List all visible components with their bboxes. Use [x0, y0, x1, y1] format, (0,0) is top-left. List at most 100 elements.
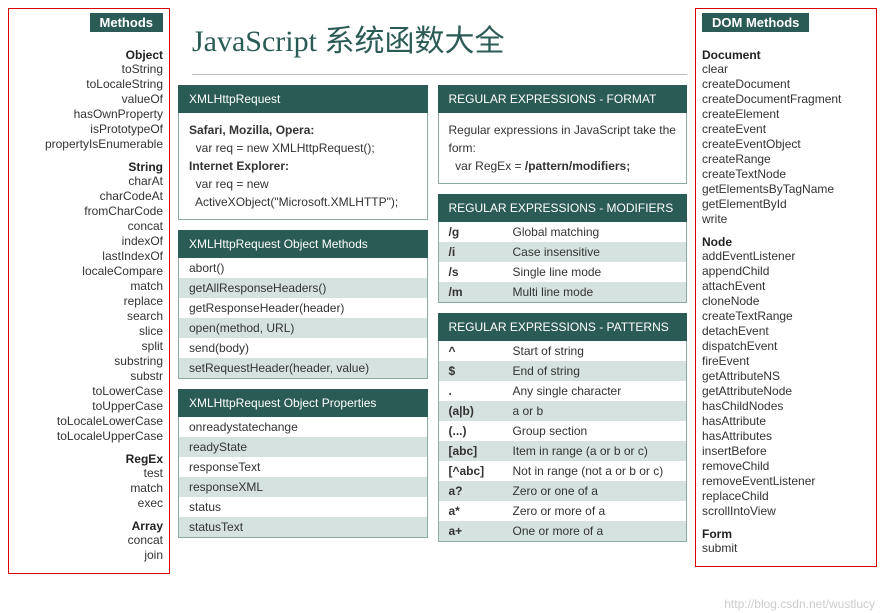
section-item: createEvent — [702, 122, 870, 137]
pattern-key: ^ — [449, 344, 513, 358]
section-item: exec — [15, 496, 163, 511]
section-item: cloneNode — [702, 294, 870, 309]
pattern-value: Single line mode — [513, 265, 677, 279]
pattern-value: End of string — [513, 364, 677, 378]
regex-format-line2: var RegEx = /pattern/modifiers; — [449, 157, 677, 175]
xhr-methods-list: abort()getAllResponseHeaders()getRespons… — [178, 258, 428, 379]
section-item: createTextRange — [702, 309, 870, 324]
section-item: removeEventListener — [702, 474, 870, 489]
section-item: split — [15, 339, 163, 354]
list-item: onreadystatechange — [179, 417, 427, 437]
section-item: replace — [15, 294, 163, 309]
code-line: Internet Explorer: — [189, 157, 417, 175]
section-item: clear — [702, 62, 870, 77]
regex-patterns-header: REGULAR EXPRESSIONS - PATTERNS — [438, 313, 688, 341]
pattern-value: Group section — [513, 424, 677, 438]
section-item: appendChild — [702, 264, 870, 279]
section-title: Object — [15, 48, 163, 62]
table-row: /gGlobal matching — [439, 222, 687, 242]
section-item: lastIndexOf — [15, 249, 163, 264]
section-item: localeCompare — [15, 264, 163, 279]
regex-patterns-table: ^Start of string$End of string.Any singl… — [438, 341, 688, 542]
list-item: abort() — [179, 258, 427, 278]
pattern-key: (a|b) — [449, 404, 513, 418]
section-item: insertBefore — [702, 444, 870, 459]
pattern-value: Zero or more of a — [513, 504, 677, 518]
pattern-key: (...) — [449, 424, 513, 438]
pattern-value: Zero or one of a — [513, 484, 677, 498]
code-line: Safari, Mozilla, Opera: — [189, 121, 417, 139]
list-item: statusText — [179, 517, 427, 537]
section-item: getAttributeNS — [702, 369, 870, 384]
section-item: concat — [15, 533, 163, 548]
section-item: substring — [15, 354, 163, 369]
pattern-key: $ — [449, 364, 513, 378]
section-item: test — [15, 466, 163, 481]
pattern-value: One or more of a — [513, 524, 677, 538]
watermark: http://blog.csdn.net/wustlucy — [724, 597, 875, 611]
sidebar-methods: Methods ObjecttoStringtoLocaleStringvalu… — [8, 8, 170, 574]
xhr-body: Safari, Mozilla, Opera: var req = new XM… — [178, 113, 428, 220]
section-item: hasAttributes — [702, 429, 870, 444]
section-item: dispatchEvent — [702, 339, 870, 354]
list-item: getResponseHeader(header) — [179, 298, 427, 318]
page-layout: Methods ObjecttoStringtoLocaleStringvalu… — [8, 8, 877, 574]
section-item: join — [15, 548, 163, 563]
regex-format-header: REGULAR EXPRESSIONS - FORMAT — [438, 85, 688, 113]
section-title: Node — [702, 235, 870, 249]
section-item: toUpperCase — [15, 399, 163, 414]
table-row: ^Start of string — [439, 341, 687, 361]
section-item: createDocument — [702, 77, 870, 92]
sidebar-dom-header: DOM Methods — [702, 13, 809, 32]
table-row: $End of string — [439, 361, 687, 381]
table-row: a+One or more of a — [439, 521, 687, 541]
section-item: getAttributeNode — [702, 384, 870, 399]
section-item: scrollIntoView — [702, 504, 870, 519]
pattern-key: /m — [449, 285, 513, 299]
section-item: hasChildNodes — [702, 399, 870, 414]
section-item: hasOwnProperty — [15, 107, 163, 122]
pattern-key: /g — [449, 225, 513, 239]
column-regex: REGULAR EXPRESSIONS - FORMAT Regular exp… — [438, 85, 688, 542]
pattern-key: /i — [449, 245, 513, 259]
section-item: hasAttribute — [702, 414, 870, 429]
section-item: charAt — [15, 174, 163, 189]
section-item: toLocaleString — [15, 77, 163, 92]
main-content: JavaScript 系统函数大全 XMLHttpRequest Safari,… — [178, 8, 687, 542]
section-item: fireEvent — [702, 354, 870, 369]
pattern-value: Any single character — [513, 384, 677, 398]
pattern-value: Not in range (not a or b or c) — [513, 464, 677, 478]
page-title: JavaScript 系统函数大全 — [192, 16, 687, 75]
section-title: Document — [702, 48, 870, 62]
section-item: createDocumentFragment — [702, 92, 870, 107]
list-item: status — [179, 497, 427, 517]
section-item: concat — [15, 219, 163, 234]
pattern-key: [abc] — [449, 444, 513, 458]
section-item: toLocaleLowerCase — [15, 414, 163, 429]
section-title: String — [15, 160, 163, 174]
pattern-key: . — [449, 384, 513, 398]
xhr-props-header: XMLHttpRequest Object Properties — [178, 389, 428, 417]
column-xhr: XMLHttpRequest Safari, Mozilla, Opera: v… — [178, 85, 428, 542]
section-title: RegEx — [15, 452, 163, 466]
section-item: valueOf — [15, 92, 163, 107]
regex-modifiers-table: /gGlobal matching/iCase insensitive/sSin… — [438, 222, 688, 303]
code-line: var req = new XMLHttpRequest(); — [189, 139, 417, 157]
sidebar-dom-methods: DOM Methods DocumentclearcreateDocumentc… — [695, 8, 877, 567]
pattern-key: a+ — [449, 524, 513, 538]
section-item: propertyIsEnumerable — [15, 137, 163, 152]
list-item: open(method, URL) — [179, 318, 427, 338]
section-item: replaceChild — [702, 489, 870, 504]
pattern-value: Case insensitive — [513, 245, 677, 259]
pattern-value: Global matching — [513, 225, 677, 239]
section-item: match — [15, 481, 163, 496]
section-title: Array — [15, 519, 163, 533]
pattern-value: a or b — [513, 404, 677, 418]
section-item: getElementById — [702, 197, 870, 212]
section-item: attachEvent — [702, 279, 870, 294]
table-row: [^abc]Not in range (not a or b or c) — [439, 461, 687, 481]
section-item: createEventObject — [702, 137, 870, 152]
list-item: responseText — [179, 457, 427, 477]
section-item: toString — [15, 62, 163, 77]
pattern-key: a* — [449, 504, 513, 518]
